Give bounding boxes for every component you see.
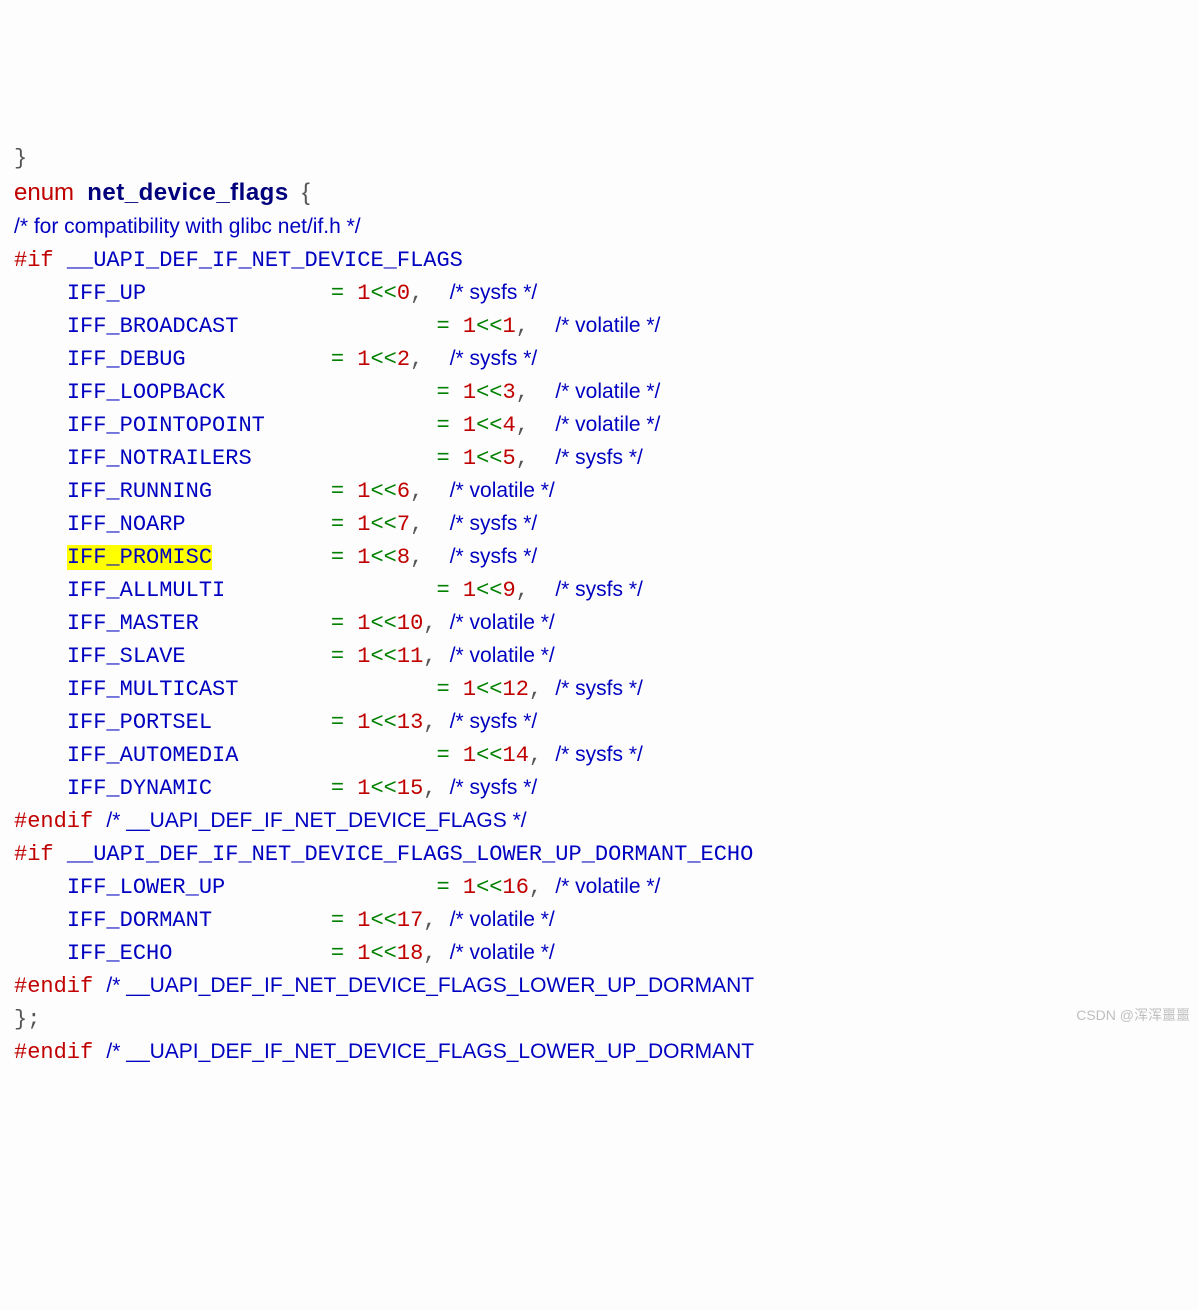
compat-comment: /* for compatibility with glibc net/if.h… <box>14 211 1184 244</box>
endif: #endif /* __UAPI_DEF_IF_NET_DEVICE_FLAGS… <box>14 805 1184 838</box>
enum-row: IFF_UP = 1<<0, /* sysfs */ <box>14 277 1184 310</box>
close-brace: }; <box>14 1003 1184 1036</box>
enum-row: IFF_LOWER_UP = 1<<16, /* volatile */ <box>14 871 1184 904</box>
enum-row: IFF_PORTSEL = 1<<13, /* sysfs */ <box>14 706 1184 739</box>
enum-row: IFF_RUNNING = 1<<6, /* volatile */ <box>14 475 1184 508</box>
enum-row: IFF_AUTOMEDIA = 1<<14, /* sysfs */ <box>14 739 1184 772</box>
enum-row: IFF_NOARP = 1<<7, /* sysfs */ <box>14 508 1184 541</box>
enum-row: IFF_NOTRAILERS = 1<<5, /* sysfs */ <box>14 442 1184 475</box>
enum-row: IFF_MASTER = 1<<10, /* volatile */ <box>14 607 1184 640</box>
enum-decl: enum net_device_flags { <box>14 175 1184 211</box>
enum-row: IFF_DYNAMIC = 1<<15, /* sysfs */ <box>14 772 1184 805</box>
enum-row: IFF_ECHO = 1<<18, /* volatile */ <box>14 937 1184 970</box>
code-block: }enum net_device_flags {/* for compatibi… <box>14 142 1184 1069</box>
watermark: CSDN @浑浑噩噩 <box>1076 1005 1190 1026</box>
enum-row: IFF_MULTICAST = 1<<12, /* sysfs */ <box>14 673 1184 706</box>
enum-row: IFF_DORMANT = 1<<17, /* volatile */ <box>14 904 1184 937</box>
enum-row: IFF_ALLMULTI = 1<<9, /* sysfs */ <box>14 574 1184 607</box>
endif: #endif /* __UAPI_DEF_IF_NET_DEVICE_FLAGS… <box>14 970 1184 1003</box>
enum-row: IFF_DEBUG = 1<<2, /* sysfs */ <box>14 343 1184 376</box>
ifdef: #if __UAPI_DEF_IF_NET_DEVICE_FLAGS <box>14 244 1184 277</box>
enum-row: IFF_POINTOPOINT = 1<<4, /* volatile */ <box>14 409 1184 442</box>
endif: #endif /* __UAPI_DEF_IF_NET_DEVICE_FLAGS… <box>14 1036 1184 1069</box>
enum-row: IFF_LOOPBACK = 1<<3, /* volatile */ <box>14 376 1184 409</box>
enum-row: IFF_BROADCAST = 1<<1, /* volatile */ <box>14 310 1184 343</box>
enum-row: IFF_SLAVE = 1<<11, /* volatile */ <box>14 640 1184 673</box>
stray-brace: } <box>14 142 1184 175</box>
ifdef: #if __UAPI_DEF_IF_NET_DEVICE_FLAGS_LOWER… <box>14 838 1184 871</box>
enum-row: IFF_PROMISC = 1<<8, /* sysfs */ <box>14 541 1184 574</box>
